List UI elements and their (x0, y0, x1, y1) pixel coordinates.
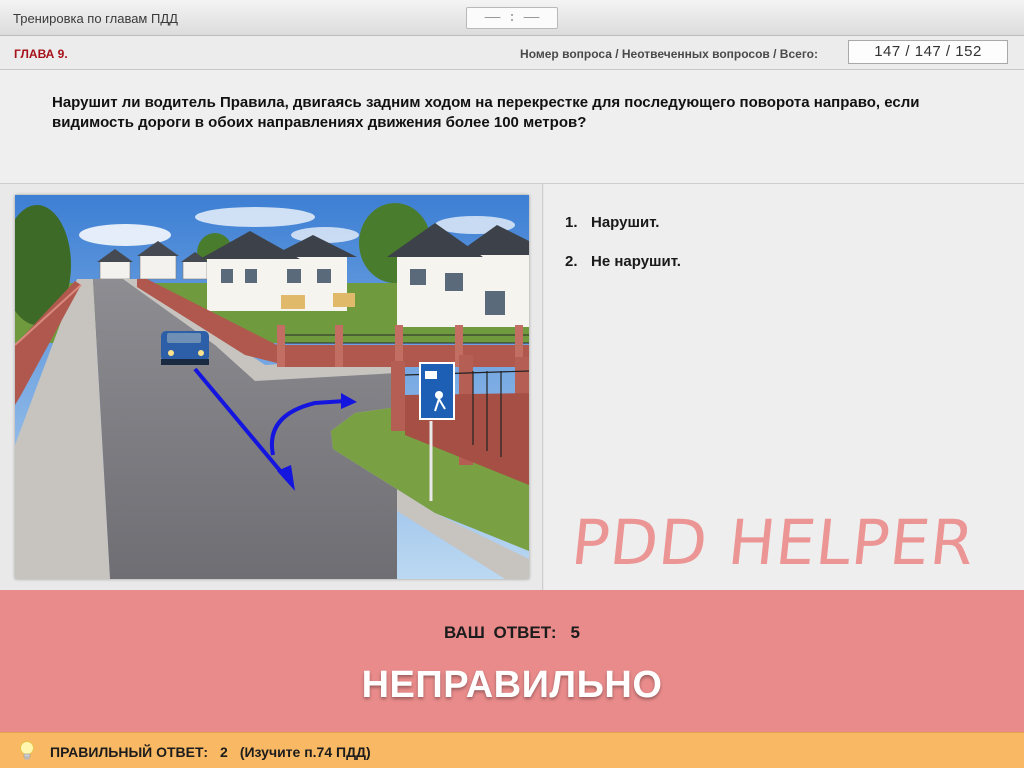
answer-number: 1. (565, 214, 578, 231)
correct-answer-label: ПРАВИЛЬНЫЙ ОТВЕТ: (50, 744, 209, 760)
answer-label: Нарушит. (591, 214, 660, 231)
chapter-label: ГЛАВА 9. (14, 47, 68, 61)
answer-option-1[interactable]: 1. Нарушит. (565, 214, 659, 231)
question-illustration (15, 195, 529, 579)
lightbulb-icon (20, 741, 34, 760)
verdict-text: НЕПРАВИЛЬНО (361, 664, 663, 706)
image-panel (0, 184, 543, 590)
chapter-bar: ГЛАВА 9. Номер вопроса / Неотвеченных во… (0, 36, 1024, 70)
question-area: Нарушит ли водитель Правила, двигаясь за… (0, 70, 1024, 184)
question-counter-label: Номер вопроса / Неотвеченных вопросов / … (520, 47, 818, 61)
correct-answer-hint: ПРАВИЛЬНЫЙ ОТВЕТ: 2 (Изучите п.74 ПДД) (50, 744, 371, 760)
result-band: ВАШ ОТВЕТ: 5 НЕПРАВИЛЬНО (0, 590, 1024, 732)
watermark-logo: PDD HELPER (568, 506, 979, 579)
timer-display: —— : —— (466, 7, 558, 29)
hint-bar: ПРАВИЛЬНЫЙ ОТВЕТ: 2 (Изучите п.74 ПДД) (0, 732, 1024, 768)
rule-reference: (Изучите п.74 ПДД) (239, 744, 371, 760)
question-text: Нарушит ли водитель Правила, двигаясь за… (52, 94, 920, 131)
answer-option-2[interactable]: 2. Не нарушит. (565, 253, 681, 270)
your-answer-label: ВАШ ОТВЕТ: (443, 623, 557, 642)
correct-answer-value: 2 (220, 744, 228, 760)
app-title: Тренировка по главам ПДД (13, 11, 178, 26)
answer-label: Не нарушит. (591, 253, 681, 270)
answer-number: 2. (565, 253, 578, 270)
question-counter: 147 / 147 / 152 (848, 40, 1008, 64)
answers-panel: 1. Нарушит. 2. Не нарушит. PDD HELPER (544, 184, 1024, 590)
your-answer-line: ВАШ ОТВЕТ: 5 (0, 623, 1024, 643)
title-bar: Тренировка по главам ПДД —— : —— (0, 0, 1024, 36)
your-answer-value: 5 (570, 623, 581, 642)
